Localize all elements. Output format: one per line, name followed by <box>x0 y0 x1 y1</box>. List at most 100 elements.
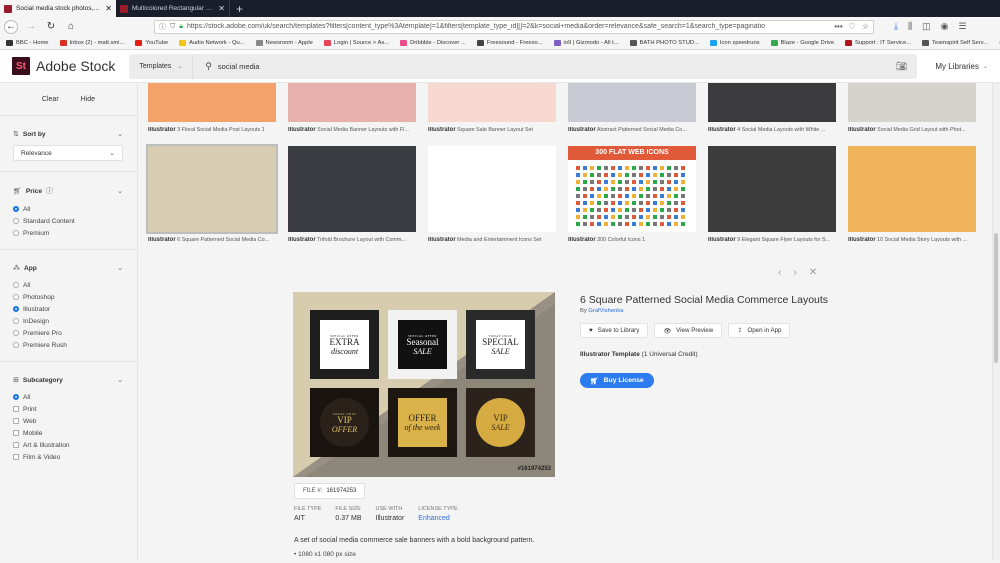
bookmark-item[interactable]: Icon speedruns <box>709 39 760 46</box>
subcategory-header[interactable]: ⊞ Subcategory ⌄ <box>13 376 123 385</box>
menu-icon[interactable]: ☰ <box>959 21 967 32</box>
chevron-down-icon[interactable]: ⌄ <box>117 264 123 272</box>
open-in-app-button[interactable]: ⇪ Open in App <box>728 323 791 338</box>
browser-tab[interactable]: Multicolored Rectangular Soci ✕ <box>116 0 230 17</box>
price-option[interactable]: Premium <box>13 227 123 239</box>
browser-tab-active[interactable]: Social media stock photos, roy ✕ <box>0 0 116 17</box>
result-card[interactable]: Illustrator Social Media Banner Layouts … <box>288 83 416 133</box>
result-thumbnail[interactable] <box>428 146 556 232</box>
close-tab-icon[interactable]: ✕ <box>218 4 225 13</box>
app-option[interactable]: Photoshop <box>13 291 123 303</box>
bookmark-item[interactable]: Teamspirit Self Serv... <box>922 39 988 46</box>
bookmark-item[interactable]: Support : IT Service... <box>845 39 911 46</box>
bookmark-item[interactable]: YouTube <box>135 39 168 46</box>
bookmark-item[interactable]: Inbox (2) - matt.smi... <box>59 39 124 46</box>
result-caption[interactable]: Illustrator 4 Social Media Layouts with … <box>708 127 836 133</box>
page-actions-icon[interactable]: ••• <box>834 22 842 31</box>
bookmark-item[interactable]: Login | Source > As... <box>323 39 389 46</box>
subcategory-option[interactable]: Web <box>13 415 123 427</box>
result-caption[interactable]: Illustrator Square Sale Banner Layout Se… <box>428 127 556 133</box>
result-caption[interactable]: Illustrator 9 Elegant Square Flyer Layou… <box>708 237 836 243</box>
app-option[interactable]: Premiere Rush <box>13 339 123 351</box>
back-button[interactable]: ← <box>4 19 18 34</box>
radio-button[interactable] <box>13 342 19 348</box>
result-caption[interactable]: Illustrator 6 Square Patterned Social Me… <box>148 237 276 243</box>
app-header[interactable]: ⁂ App ⌄ <box>13 264 123 273</box>
view-preview-button[interactable]: 👁︎ View Preview <box>654 323 723 338</box>
result-card[interactable]: Illustrator Media and Entertainment Icon… <box>428 146 556 243</box>
result-card[interactable]: Illustrator Square Sale Banner Layout Se… <box>428 83 556 133</box>
sidebar-icon[interactable]: ◫ <box>922 21 931 32</box>
radio-button[interactable] <box>13 218 19 224</box>
forward-button[interactable]: → <box>24 20 38 34</box>
result-card[interactable]: Illustrator 4 Social Media Layouts with … <box>708 83 836 133</box>
search-type-dropdown[interactable]: Templates ⌄ <box>129 53 194 79</box>
info-icon[interactable]: ⓘ <box>159 22 166 32</box>
subcategory-option[interactable]: Film & Video <box>13 451 123 463</box>
result-caption[interactable]: Illustrator Abstract Patterned Social Me… <box>568 127 696 133</box>
meta-value[interactable]: Enhanced <box>418 515 457 522</box>
result-thumbnail[interactable] <box>428 83 556 122</box>
result-thumbnail[interactable] <box>708 146 836 232</box>
radio-button[interactable] <box>13 294 19 300</box>
result-caption[interactable]: Illustrator 10 Social Media Story Layout… <box>848 237 976 243</box>
save-to-library-button[interactable]: ♥ Save to Library <box>580 323 649 338</box>
bookmark-item[interactable]: Freesound - Freeso... <box>476 39 543 46</box>
result-card[interactable]: Illustrator 3 Floral Social Media Post L… <box>148 83 276 133</box>
bookmark-item[interactable]: Newsroom - Apple <box>255 39 313 46</box>
result-card[interactable]: Illustrator Trifold Brochure Layout with… <box>288 146 416 243</box>
tracking-shield-icon[interactable]: ⛉ <box>170 23 175 31</box>
clear-filters-button[interactable]: Clear <box>42 96 59 103</box>
checkbox[interactable] <box>13 418 19 424</box>
app-option[interactable]: InDesign <box>13 315 123 327</box>
result-card[interactable]: Illustrator 10 Social Media Story Layout… <box>848 146 976 243</box>
radio-button[interactable] <box>13 394 19 400</box>
close-tab-icon[interactable]: ✕ <box>105 4 112 13</box>
bookmark-item[interactable]: Audio Network - Qu... <box>179 39 245 46</box>
file-number-badge[interactable]: FILE #: 161974253 <box>294 483 366 499</box>
result-card[interactable]: Illustrator 9 Elegant Square Flyer Layou… <box>708 146 836 243</box>
chevron-down-icon[interactable]: ⌄ <box>117 376 123 384</box>
author-link[interactable]: GrafVishenka <box>588 308 623 314</box>
radio-button[interactable] <box>13 306 19 312</box>
checkbox[interactable] <box>13 406 19 412</box>
subcategory-option[interactable]: Mobile <box>13 427 123 439</box>
subcategory-option[interactable]: Print <box>13 403 123 415</box>
scrollbar-thumb[interactable] <box>994 233 998 363</box>
checkbox[interactable] <box>13 430 19 436</box>
radio-button[interactable] <box>13 230 19 236</box>
radio-button[interactable] <box>13 330 19 336</box>
checkbox[interactable] <box>13 454 19 460</box>
my-libraries-menu[interactable]: My Libraries ⌄ <box>917 62 988 71</box>
chevron-down-icon[interactable]: ⌄ <box>117 187 123 195</box>
bookmark-item[interactable]: BATH PHOTO STUD... <box>629 39 699 46</box>
result-caption[interactable]: Illustrator 3 Floral Social Media Post L… <box>148 127 276 133</box>
close-detail-icon[interactable]: ✕ <box>809 267 817 278</box>
result-thumbnail[interactable] <box>146 144 278 234</box>
library-icon[interactable]: ⫼ <box>908 21 912 32</box>
reload-button[interactable]: ↻ <box>44 20 58 34</box>
result-thumbnail[interactable] <box>568 83 696 122</box>
result-caption[interactable]: Illustrator Social Media Grid Layout wit… <box>848 127 976 133</box>
radio-button[interactable] <box>13 282 19 288</box>
result-card[interactable]: 300 FLAT WEB ICONS Illustrator 300 Color… <box>568 146 696 243</box>
radio-button[interactable] <box>13 206 19 212</box>
url-text[interactable]: https://stock.adobe.com/uk/search/templa… <box>187 23 830 30</box>
new-tab-button[interactable]: + <box>230 0 249 17</box>
bookmark-item[interactable]: BBC - Home <box>6 39 49 46</box>
result-caption[interactable]: Illustrator Social Media Banner Layouts … <box>288 127 416 133</box>
result-thumbnail[interactable] <box>708 83 836 122</box>
search-input[interactable] <box>217 61 896 71</box>
adobe-stock-logo[interactable]: St <box>12 57 30 75</box>
subcategory-option[interactable]: All <box>13 391 123 403</box>
hide-filters-button[interactable]: Hide <box>81 96 95 103</box>
sort-by-header[interactable]: ⇅ Sort by ⌄ <box>13 130 123 139</box>
checkbox[interactable] <box>13 442 19 448</box>
price-option[interactable]: Standard Content <box>13 215 123 227</box>
price-option[interactable]: All <box>13 203 123 215</box>
app-option[interactable]: All <box>13 279 123 291</box>
result-caption[interactable]: Illustrator 300 Colorful Icons 1 <box>568 237 696 243</box>
result-caption[interactable]: Illustrator Trifold Brochure Layout with… <box>288 237 416 243</box>
subcategory-option[interactable]: Art & Illustration <box>13 439 123 451</box>
radio-button[interactable] <box>13 318 19 324</box>
